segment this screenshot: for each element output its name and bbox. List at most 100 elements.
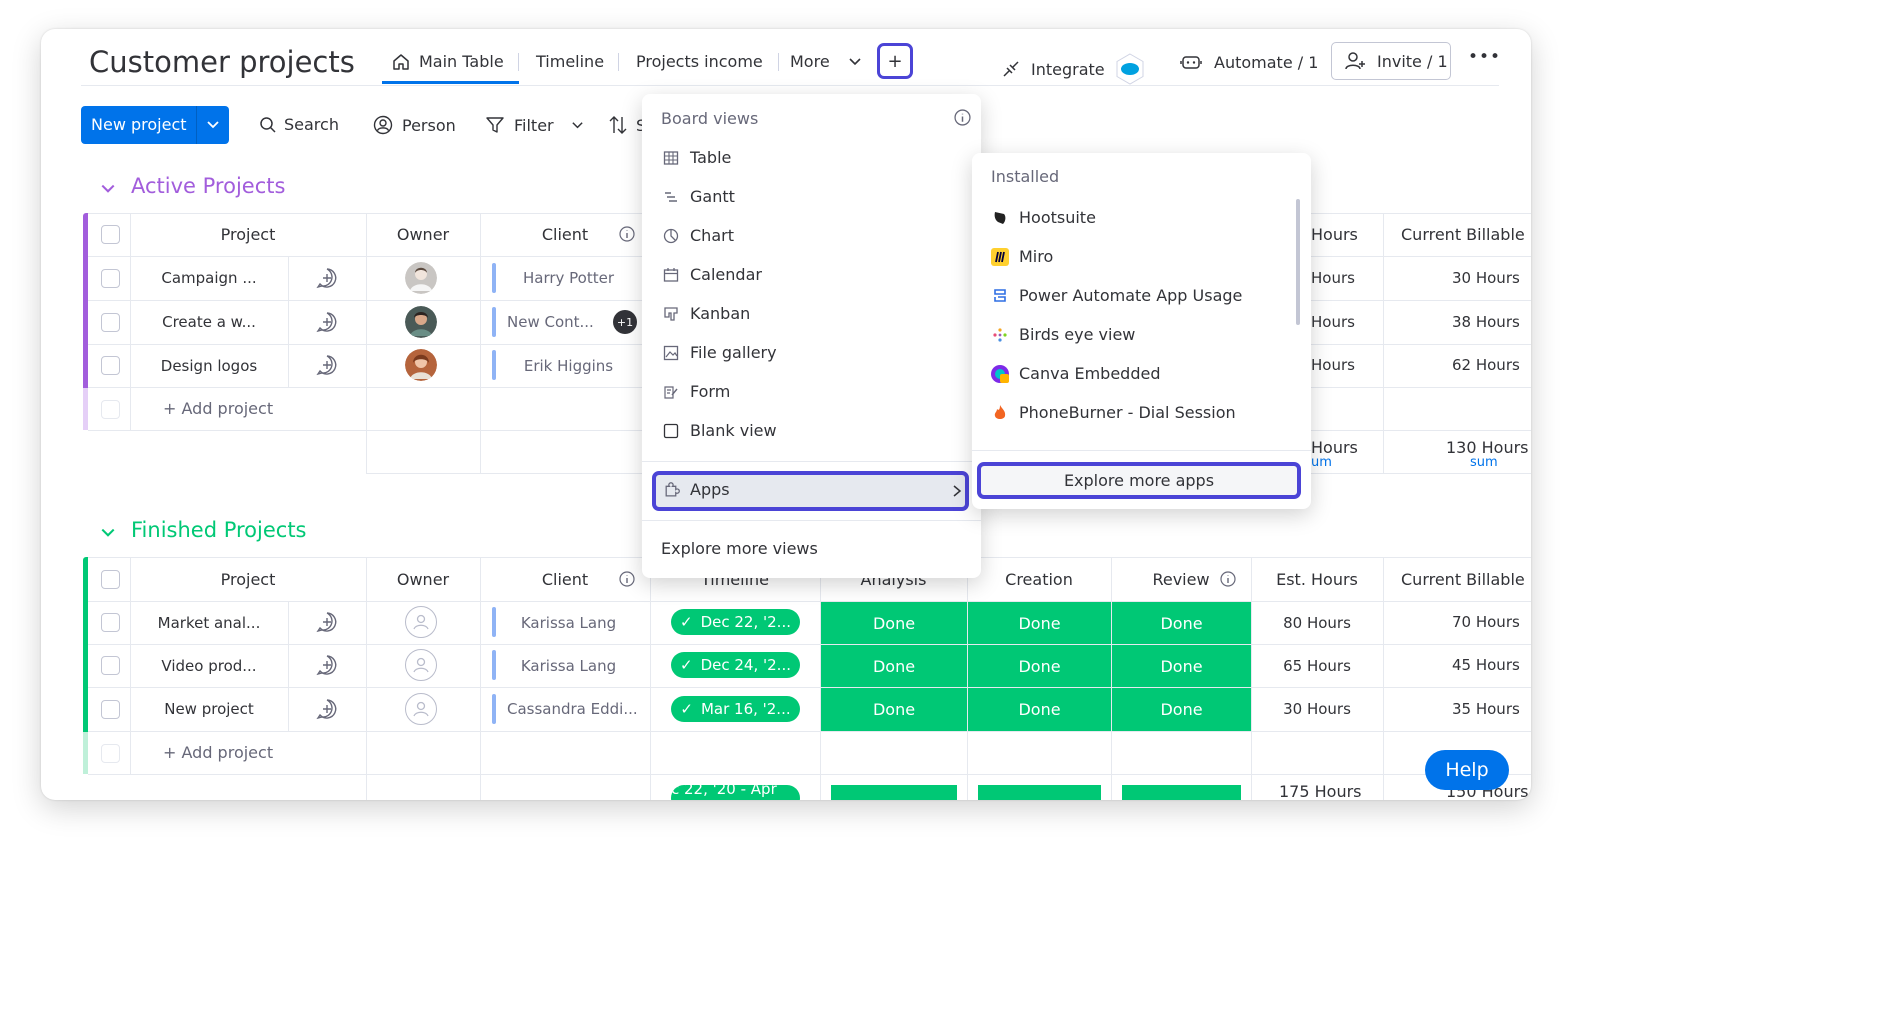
app-phoneburner[interactable]: PhoneBurner - Dial Session <box>991 403 1236 422</box>
column-header-project[interactable]: Project <box>130 213 366 256</box>
app-miro[interactable]: Miro <box>991 247 1053 266</box>
select-all-checkbox[interactable] <box>101 225 120 244</box>
view-option-form[interactable]: Form <box>662 382 730 401</box>
analysis-status[interactable]: Done <box>821 645 967 687</box>
row-checkbox[interactable] <box>101 356 120 375</box>
project-name[interactable]: Video prod... <box>130 644 288 687</box>
billable-hours-value[interactable]: 70 Hours <box>1452 613 1520 631</box>
view-option-gantt[interactable]: Gantt <box>662 187 735 206</box>
client-name[interactable]: Karissa Lang <box>501 601 636 644</box>
view-option-chart[interactable]: Chart <box>662 226 734 245</box>
client-name[interactable]: Karissa Lang <box>501 644 636 687</box>
billable-hours-value[interactable]: 30 Hours <box>1452 269 1520 287</box>
add-update-icon[interactable] <box>316 654 338 676</box>
project-name[interactable]: Campaign ... <box>130 256 288 300</box>
billable-hours-value[interactable]: 62 Hours <box>1452 356 1520 374</box>
timeline-pill[interactable]: ✓ Dec 22, '2... <box>671 609 800 635</box>
tab-more[interactable]: More <box>790 52 862 71</box>
est-hours-value[interactable]: Hours <box>1311 313 1355 331</box>
review-status[interactable]: Done <box>1112 645 1251 687</box>
project-name[interactable]: New project <box>130 687 288 731</box>
integrate-button[interactable]: Integrate <box>1001 52 1147 86</box>
column-header-est-hours[interactable]: Hours <box>1311 225 1358 244</box>
info-icon[interactable] <box>954 109 971 126</box>
view-option-table[interactable]: Table <box>662 148 731 167</box>
est-hours-value[interactable]: 65 Hours <box>1251 644 1383 687</box>
tab-projects-income[interactable]: Projects income <box>636 52 763 71</box>
est-hours-value[interactable]: Hours <box>1311 356 1355 374</box>
select-all-checkbox[interactable] <box>101 570 120 589</box>
collapse-finished-group-icon[interactable] <box>100 525 116 541</box>
finished-group-title[interactable]: Finished Projects <box>131 518 307 542</box>
row-checkbox[interactable] <box>101 269 120 288</box>
column-header-owner[interactable]: Owner <box>366 213 480 256</box>
column-header-billable[interactable]: Current Billable H <box>1401 570 1531 589</box>
app-power-automate[interactable]: Power Automate App Usage <box>991 286 1242 305</box>
row-checkbox[interactable] <box>101 313 120 332</box>
view-option-blank-view[interactable]: Blank view <box>662 421 777 440</box>
add-update-icon[interactable] <box>316 267 338 289</box>
analysis-status[interactable]: Done <box>821 688 967 731</box>
column-header-est-hours[interactable]: Est. Hours <box>1251 557 1383 601</box>
tab-timeline[interactable]: Timeline <box>536 52 604 71</box>
row-checkbox[interactable] <box>101 700 120 719</box>
add-update-icon[interactable] <box>316 611 338 633</box>
review-status[interactable]: Done <box>1112 602 1251 644</box>
add-view-button[interactable]: + <box>877 43 913 79</box>
info-icon[interactable] <box>619 226 635 242</box>
info-icon[interactable] <box>619 571 635 587</box>
invite-button[interactable]: Invite / 1 <box>1331 42 1451 80</box>
view-option-calendar[interactable]: Calendar <box>662 265 762 284</box>
extra-clients-badge[interactable]: +1 <box>613 310 637 334</box>
sort-button[interactable]: S <box>608 115 646 135</box>
search-button[interactable]: Search <box>259 115 339 134</box>
person-filter-button[interactable]: Person <box>373 115 456 135</box>
chevron-down-icon[interactable] <box>206 118 220 132</box>
filter-button[interactable]: Filter <box>485 115 584 135</box>
row-checkbox[interactable] <box>101 656 120 675</box>
column-header-owner[interactable]: Owner <box>366 557 480 601</box>
add-update-icon[interactable] <box>316 311 338 333</box>
empty-avatar-icon[interactable] <box>405 693 437 725</box>
app-hootsuite[interactable]: Hootsuite <box>991 208 1096 227</box>
explore-more-apps-button[interactable]: Explore more apps <box>977 462 1301 499</box>
info-icon[interactable] <box>1220 571 1236 587</box>
project-name[interactable]: Design logos <box>130 344 288 387</box>
empty-avatar-icon[interactable] <box>405 649 437 681</box>
client-name[interactable]: New Cont... <box>507 313 594 331</box>
client-name[interactable]: Cassandra Eddi... <box>507 700 638 718</box>
avatar[interactable] <box>405 306 437 338</box>
add-update-icon[interactable] <box>316 354 338 376</box>
avatar[interactable] <box>405 262 437 294</box>
est-hours-value[interactable]: 30 Hours <box>1251 687 1383 731</box>
analysis-status[interactable]: Done <box>821 602 967 644</box>
automate-button[interactable]: Automate / 1 <box>1180 52 1318 72</box>
est-hours-value[interactable]: 80 Hours <box>1251 601 1383 644</box>
row-checkbox[interactable] <box>101 613 120 632</box>
empty-avatar-icon[interactable] <box>405 606 437 638</box>
client-name[interactable]: Erik Higgins <box>501 344 636 387</box>
est-hours-value[interactable]: Hours <box>1311 269 1355 287</box>
add-project-button[interactable]: + Add project <box>163 399 273 418</box>
billable-hours-value[interactable]: 35 Hours <box>1452 700 1520 718</box>
column-header-billable[interactable]: Current Billable H <box>1401 225 1531 244</box>
timeline-pill[interactable]: ✓ Mar 16, '2... <box>671 696 800 722</box>
client-name[interactable]: Harry Potter <box>501 256 636 300</box>
app-canva-embedded[interactable]: Canva Embedded <box>991 364 1160 383</box>
review-status[interactable]: Done <box>1112 688 1251 731</box>
timeline-pill[interactable]: ✓ Dec 24, '2... <box>671 652 800 678</box>
project-name[interactable]: Market anal... <box>130 601 288 644</box>
view-option-kanban[interactable]: Kanban <box>662 304 750 323</box>
creation-status[interactable]: Done <box>968 645 1111 687</box>
help-button[interactable]: Help <box>1425 750 1509 790</box>
add-update-icon[interactable] <box>316 698 338 720</box>
tab-main-table[interactable]: Main Table <box>392 52 504 71</box>
avatar[interactable] <box>405 349 437 381</box>
explore-more-views-button[interactable]: Explore more views <box>661 539 818 558</box>
app-birds-eye-view[interactable]: Birds eye view <box>991 325 1135 344</box>
column-header-project[interactable]: Project <box>130 557 366 601</box>
billable-hours-value[interactable]: 38 Hours <box>1452 313 1520 331</box>
view-option-file-gallery[interactable]: File gallery <box>662 343 777 362</box>
creation-status[interactable]: Done <box>968 602 1111 644</box>
apps-menu-item[interactable]: Apps <box>652 471 969 511</box>
